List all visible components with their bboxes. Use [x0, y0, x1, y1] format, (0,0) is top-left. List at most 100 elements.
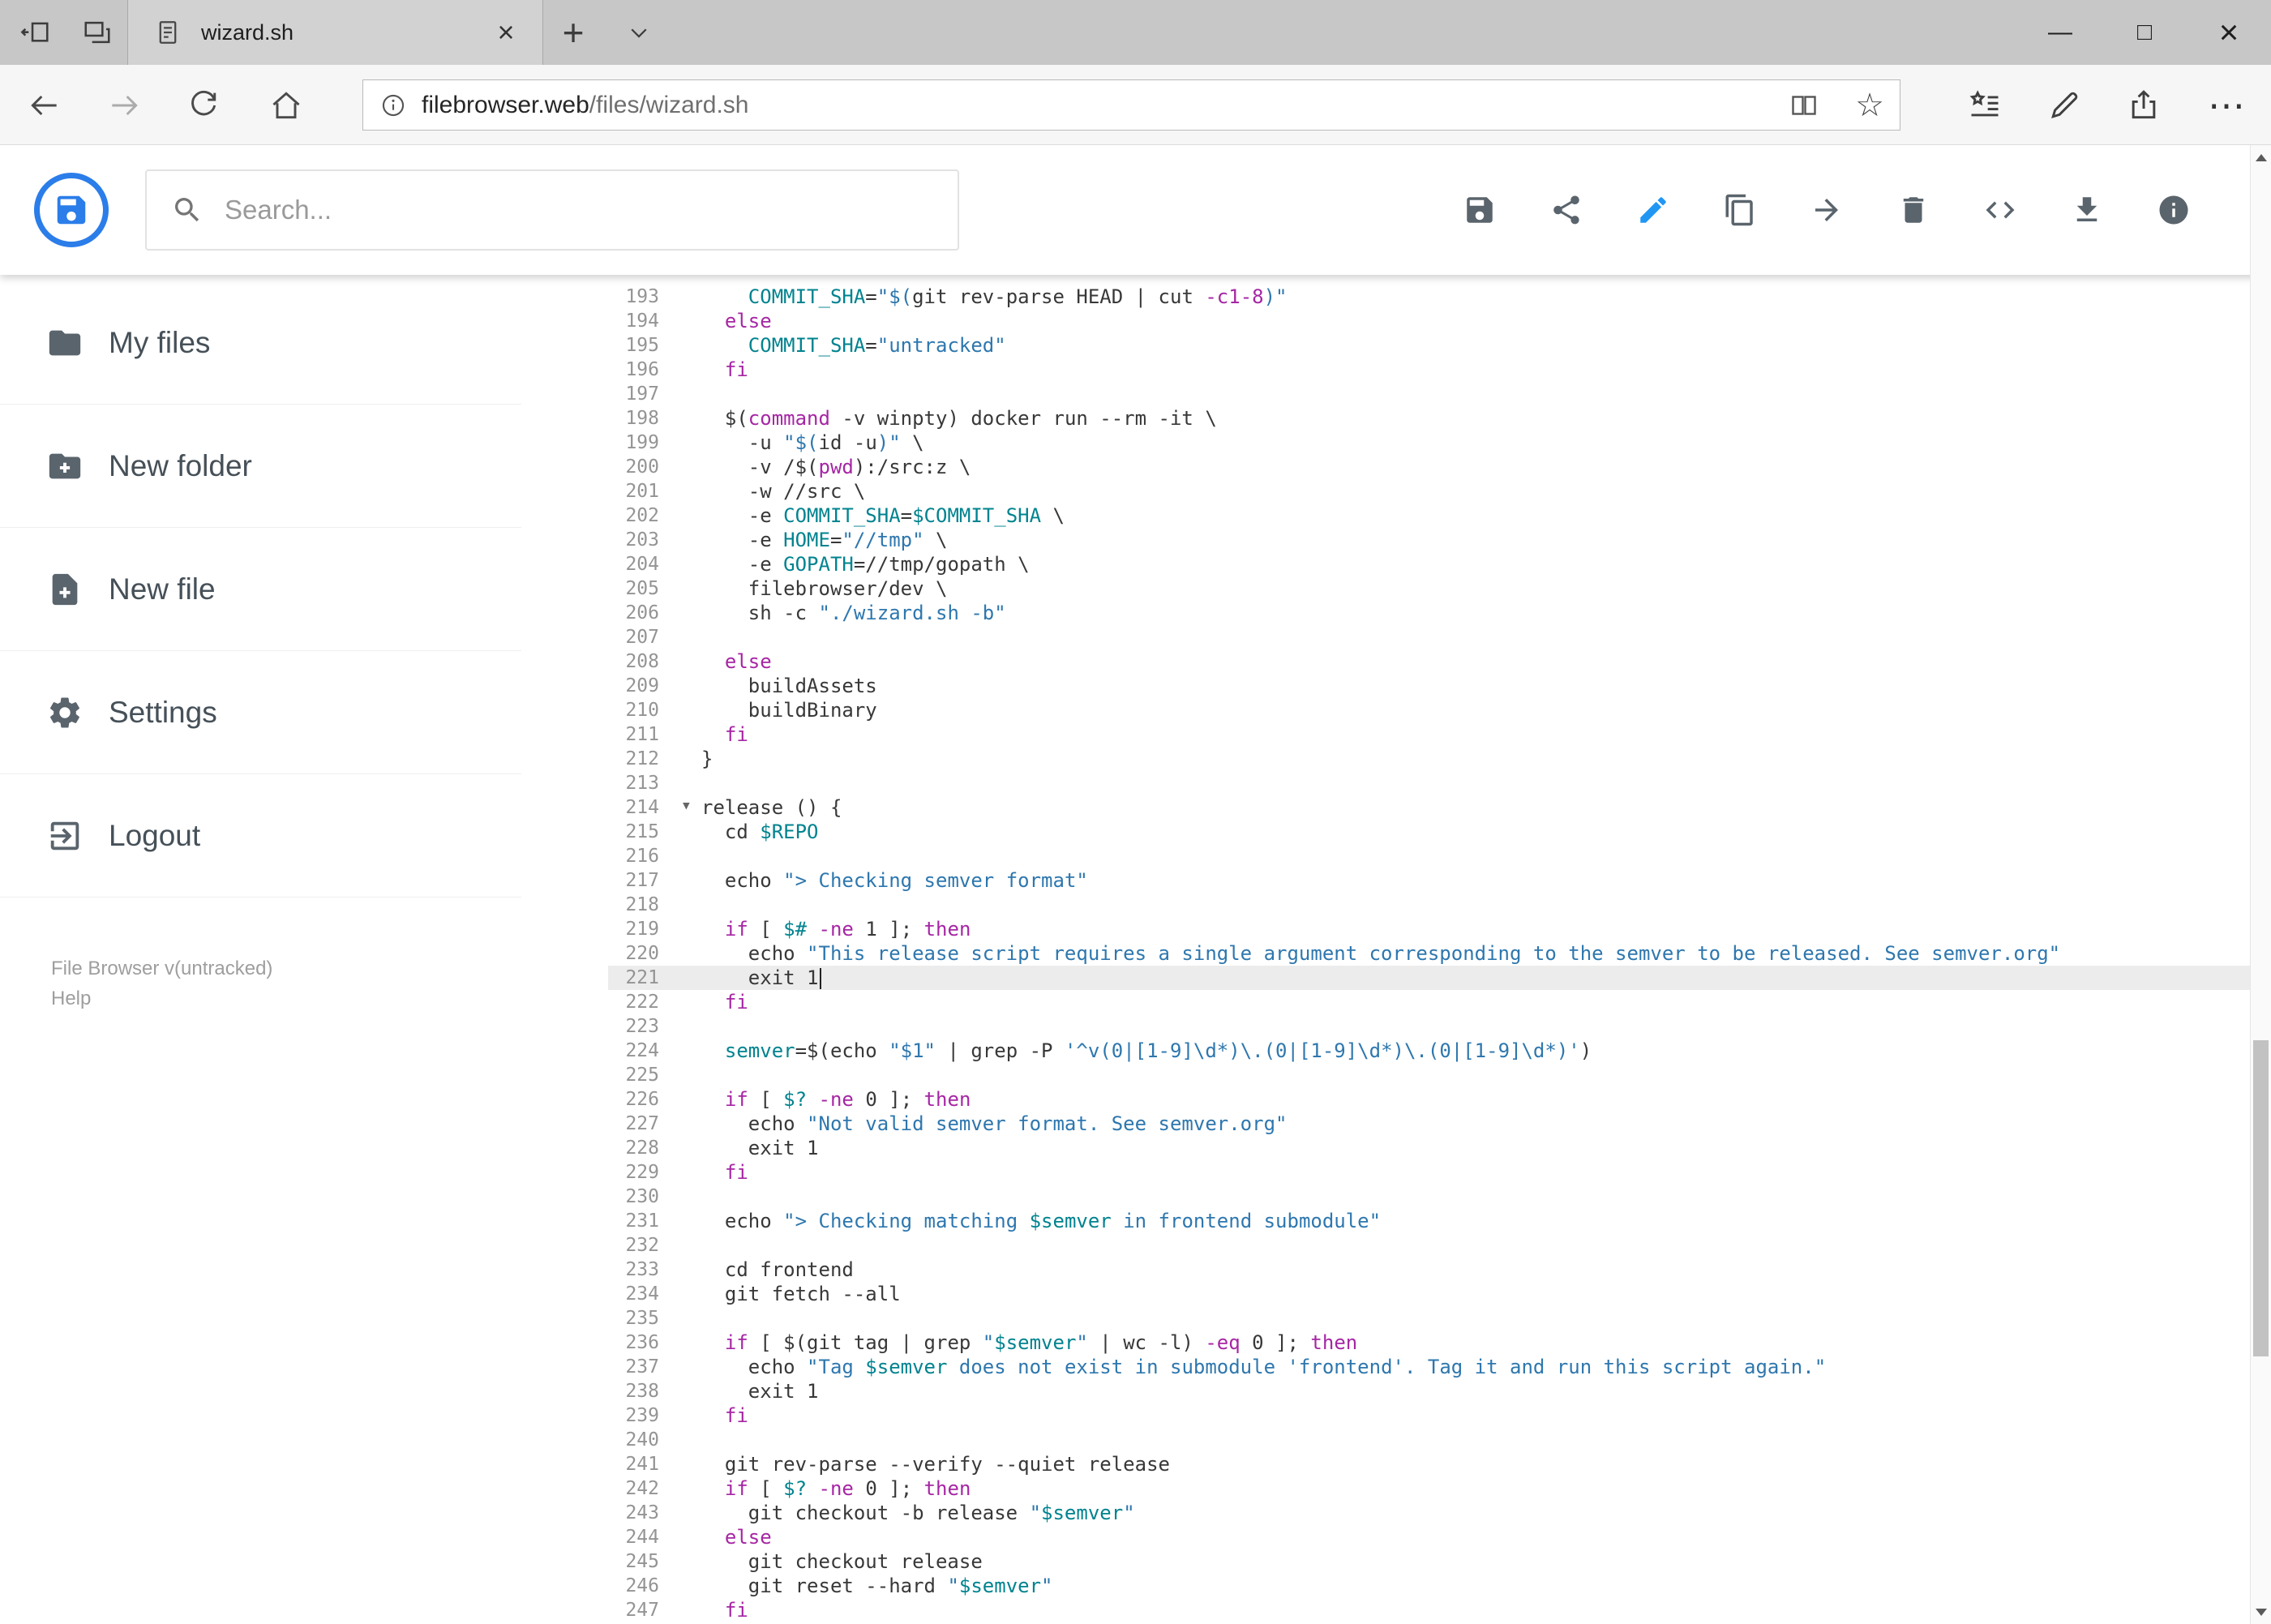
code-line[interactable]: 236 if [ $(git tag | grep "$semver" | wc…: [608, 1330, 2250, 1355]
code-line[interactable]: 210 buildBinary: [608, 698, 2250, 722]
code-line[interactable]: 201 -w //src \: [608, 479, 2250, 503]
save-button[interactable]: [1463, 193, 1497, 227]
code-line[interactable]: 197: [608, 382, 2250, 406]
code-line[interactable]: 217 echo "> Checking semver format": [608, 868, 2250, 893]
code-line[interactable]: 203 -e HOME="//tmp" \: [608, 528, 2250, 552]
delete-button[interactable]: [1896, 193, 1930, 227]
code-line[interactable]: 199 -u "$(id -u)" \: [608, 431, 2250, 455]
code-line[interactable]: 247 fi: [608, 1598, 2250, 1622]
maximize-button[interactable]: □: [2102, 0, 2187, 65]
code-line[interactable]: 241 git rev-parse --verify --quiet relea…: [608, 1452, 2250, 1476]
code-line[interactable]: 243 git checkout -b release "$semver": [608, 1501, 2250, 1525]
code-line[interactable]: 215 cd $REPO: [608, 820, 2250, 844]
code-line[interactable]: 245 git checkout release: [608, 1549, 2250, 1574]
move-button[interactable]: [1810, 193, 1844, 227]
new-tab-button[interactable]: +: [548, 0, 598, 65]
code-line[interactable]: 196 fi: [608, 358, 2250, 382]
copy-button[interactable]: [1723, 193, 1757, 227]
window-close-button[interactable]: ×: [2187, 0, 2271, 65]
download-button[interactable]: [2070, 193, 2104, 227]
code-line[interactable]: 209 buildAssets: [608, 674, 2250, 698]
code-line[interactable]: 246 git reset --hard "$semver": [608, 1574, 2250, 1598]
home-button-icon[interactable]: [268, 88, 304, 123]
code-line[interactable]: 195 COMMIT_SHA="untracked": [608, 333, 2250, 358]
code-line[interactable]: 205 filebrowser/dev \: [608, 576, 2250, 601]
reading-view-icon[interactable]: [1789, 91, 1819, 120]
favorites-hub-icon[interactable]: [1967, 88, 2003, 123]
fold-toggle-icon[interactable]: ▾: [681, 794, 692, 818]
scrollbar-thumb[interactable]: [2253, 1040, 2269, 1356]
code-line[interactable]: 240: [608, 1428, 2250, 1452]
code-line[interactable]: 238 exit 1: [608, 1379, 2250, 1403]
code-line[interactable]: 214 ▾ release () {: [608, 795, 2250, 820]
edit-button[interactable]: [1636, 193, 1670, 227]
code-line[interactable]: 198 $(command -v winpty) docker run --rm…: [608, 406, 2250, 431]
code-line[interactable]: 227 echo "Not valid semver format. See s…: [608, 1112, 2250, 1136]
code-line[interactable]: 229 fi: [608, 1160, 2250, 1185]
browser-share-icon[interactable]: [2126, 88, 2162, 123]
tabs-set-aside-icon[interactable]: [6, 0, 65, 65]
code-line[interactable]: 211 fi: [608, 722, 2250, 747]
code-line[interactable]: 223: [608, 1014, 2250, 1039]
code-line[interactable]: 230: [608, 1185, 2250, 1209]
filebrowser-logo[interactable]: [34, 173, 109, 247]
code-line[interactable]: 204 -e GOPATH=//tmp/gopath \: [608, 552, 2250, 576]
code-line[interactable]: 224 semver=$(echo "$1" | grep -P '^v(0|[…: [608, 1039, 2250, 1063]
code-line[interactable]: 193 COMMIT_SHA="$(git rev-parse HEAD | c…: [608, 285, 2250, 309]
info-button[interactable]: [2157, 193, 2191, 227]
code-line[interactable]: 242 if [ $? -ne 0 ]; then: [608, 1476, 2250, 1501]
help-link[interactable]: Help: [51, 983, 272, 1013]
code-line[interactable]: 225: [608, 1063, 2250, 1087]
sidebar-item-new-folder[interactable]: New folder: [0, 405, 521, 528]
code-line[interactable]: 237 echo "Tag $semver does not exist in …: [608, 1355, 2250, 1379]
code-line[interactable]: 208 else: [608, 649, 2250, 674]
code-line[interactable]: 232: [608, 1233, 2250, 1258]
code-line[interactable]: 235: [608, 1306, 2250, 1330]
sidebar-item-my-files[interactable]: My files: [0, 281, 521, 405]
code-line[interactable]: 234 git fetch --all: [608, 1282, 2250, 1306]
page-info-icon[interactable]: [379, 92, 407, 119]
refresh-button-icon[interactable]: [186, 88, 221, 123]
code-line[interactable]: 218: [608, 893, 2250, 917]
code-line[interactable]: 239 fi: [608, 1403, 2250, 1428]
address-bar[interactable]: filebrowser.web/files/wizard.sh ☆: [362, 79, 1900, 131]
tab-close-icon[interactable]: ×: [487, 14, 525, 51]
sidebar-item-logout[interactable]: Logout: [0, 774, 521, 898]
back-button-icon[interactable]: [27, 88, 62, 123]
page-scrollbar[interactable]: [2250, 145, 2271, 1624]
code-line[interactable]: 226 if [ $? -ne 0 ]; then: [608, 1087, 2250, 1112]
sidebar-item-settings[interactable]: Settings: [0, 651, 521, 774]
tab-list-chevron-icon[interactable]: [615, 0, 663, 65]
code-line[interactable]: 221 exit 1: [608, 966, 2250, 990]
scroll-down-icon[interactable]: [2251, 1600, 2271, 1624]
code-line[interactable]: 244 else: [608, 1525, 2250, 1549]
share-button[interactable]: [1549, 193, 1583, 227]
code-line[interactable]: 206 sh -c "./wizard.sh -b": [608, 601, 2250, 625]
code-line[interactable]: 194 else: [608, 309, 2250, 333]
search-input[interactable]: [225, 195, 933, 225]
code-line[interactable]: 212}: [608, 747, 2250, 771]
tab-preview-icon[interactable]: [68, 0, 126, 65]
code-line[interactable]: 231 echo "> Checking matching $semver in…: [608, 1209, 2250, 1233]
code-line[interactable]: 233 cd frontend: [608, 1258, 2250, 1282]
browser-tab[interactable]: wizard.sh ×: [127, 0, 543, 65]
minimize-button[interactable]: —: [2018, 0, 2102, 65]
code-line[interactable]: 220 echo "This release script requires a…: [608, 941, 2250, 966]
raw-code-button[interactable]: [1983, 193, 2017, 227]
favorite-star-icon[interactable]: ☆: [1850, 85, 1889, 126]
code-line[interactable]: 207: [608, 625, 2250, 649]
code-line[interactable]: 202 -e COMMIT_SHA=$COMMIT_SHA \: [608, 503, 2250, 528]
code-line[interactable]: 228 exit 1: [608, 1136, 2250, 1160]
forward-button-icon[interactable]: [106, 88, 142, 123]
code-line[interactable]: 213: [608, 771, 2250, 795]
annotate-pen-icon[interactable]: [2046, 88, 2082, 123]
sidebar-item-new-file[interactable]: New file: [0, 528, 521, 651]
scroll-up-icon[interactable]: [2251, 145, 2271, 169]
search-box[interactable]: [145, 169, 959, 251]
code-line[interactable]: 200 -v /$(pwd):/src:z \: [608, 455, 2250, 479]
code-line[interactable]: 219 if [ $# -ne 1 ]; then: [608, 917, 2250, 941]
code-editor[interactable]: 193 COMMIT_SHA="$(git rev-parse HEAD | c…: [608, 275, 2250, 1624]
more-options-icon[interactable]: ⋯: [2202, 87, 2251, 124]
code-line[interactable]: 222 fi: [608, 990, 2250, 1014]
code-line[interactable]: 216: [608, 844, 2250, 868]
